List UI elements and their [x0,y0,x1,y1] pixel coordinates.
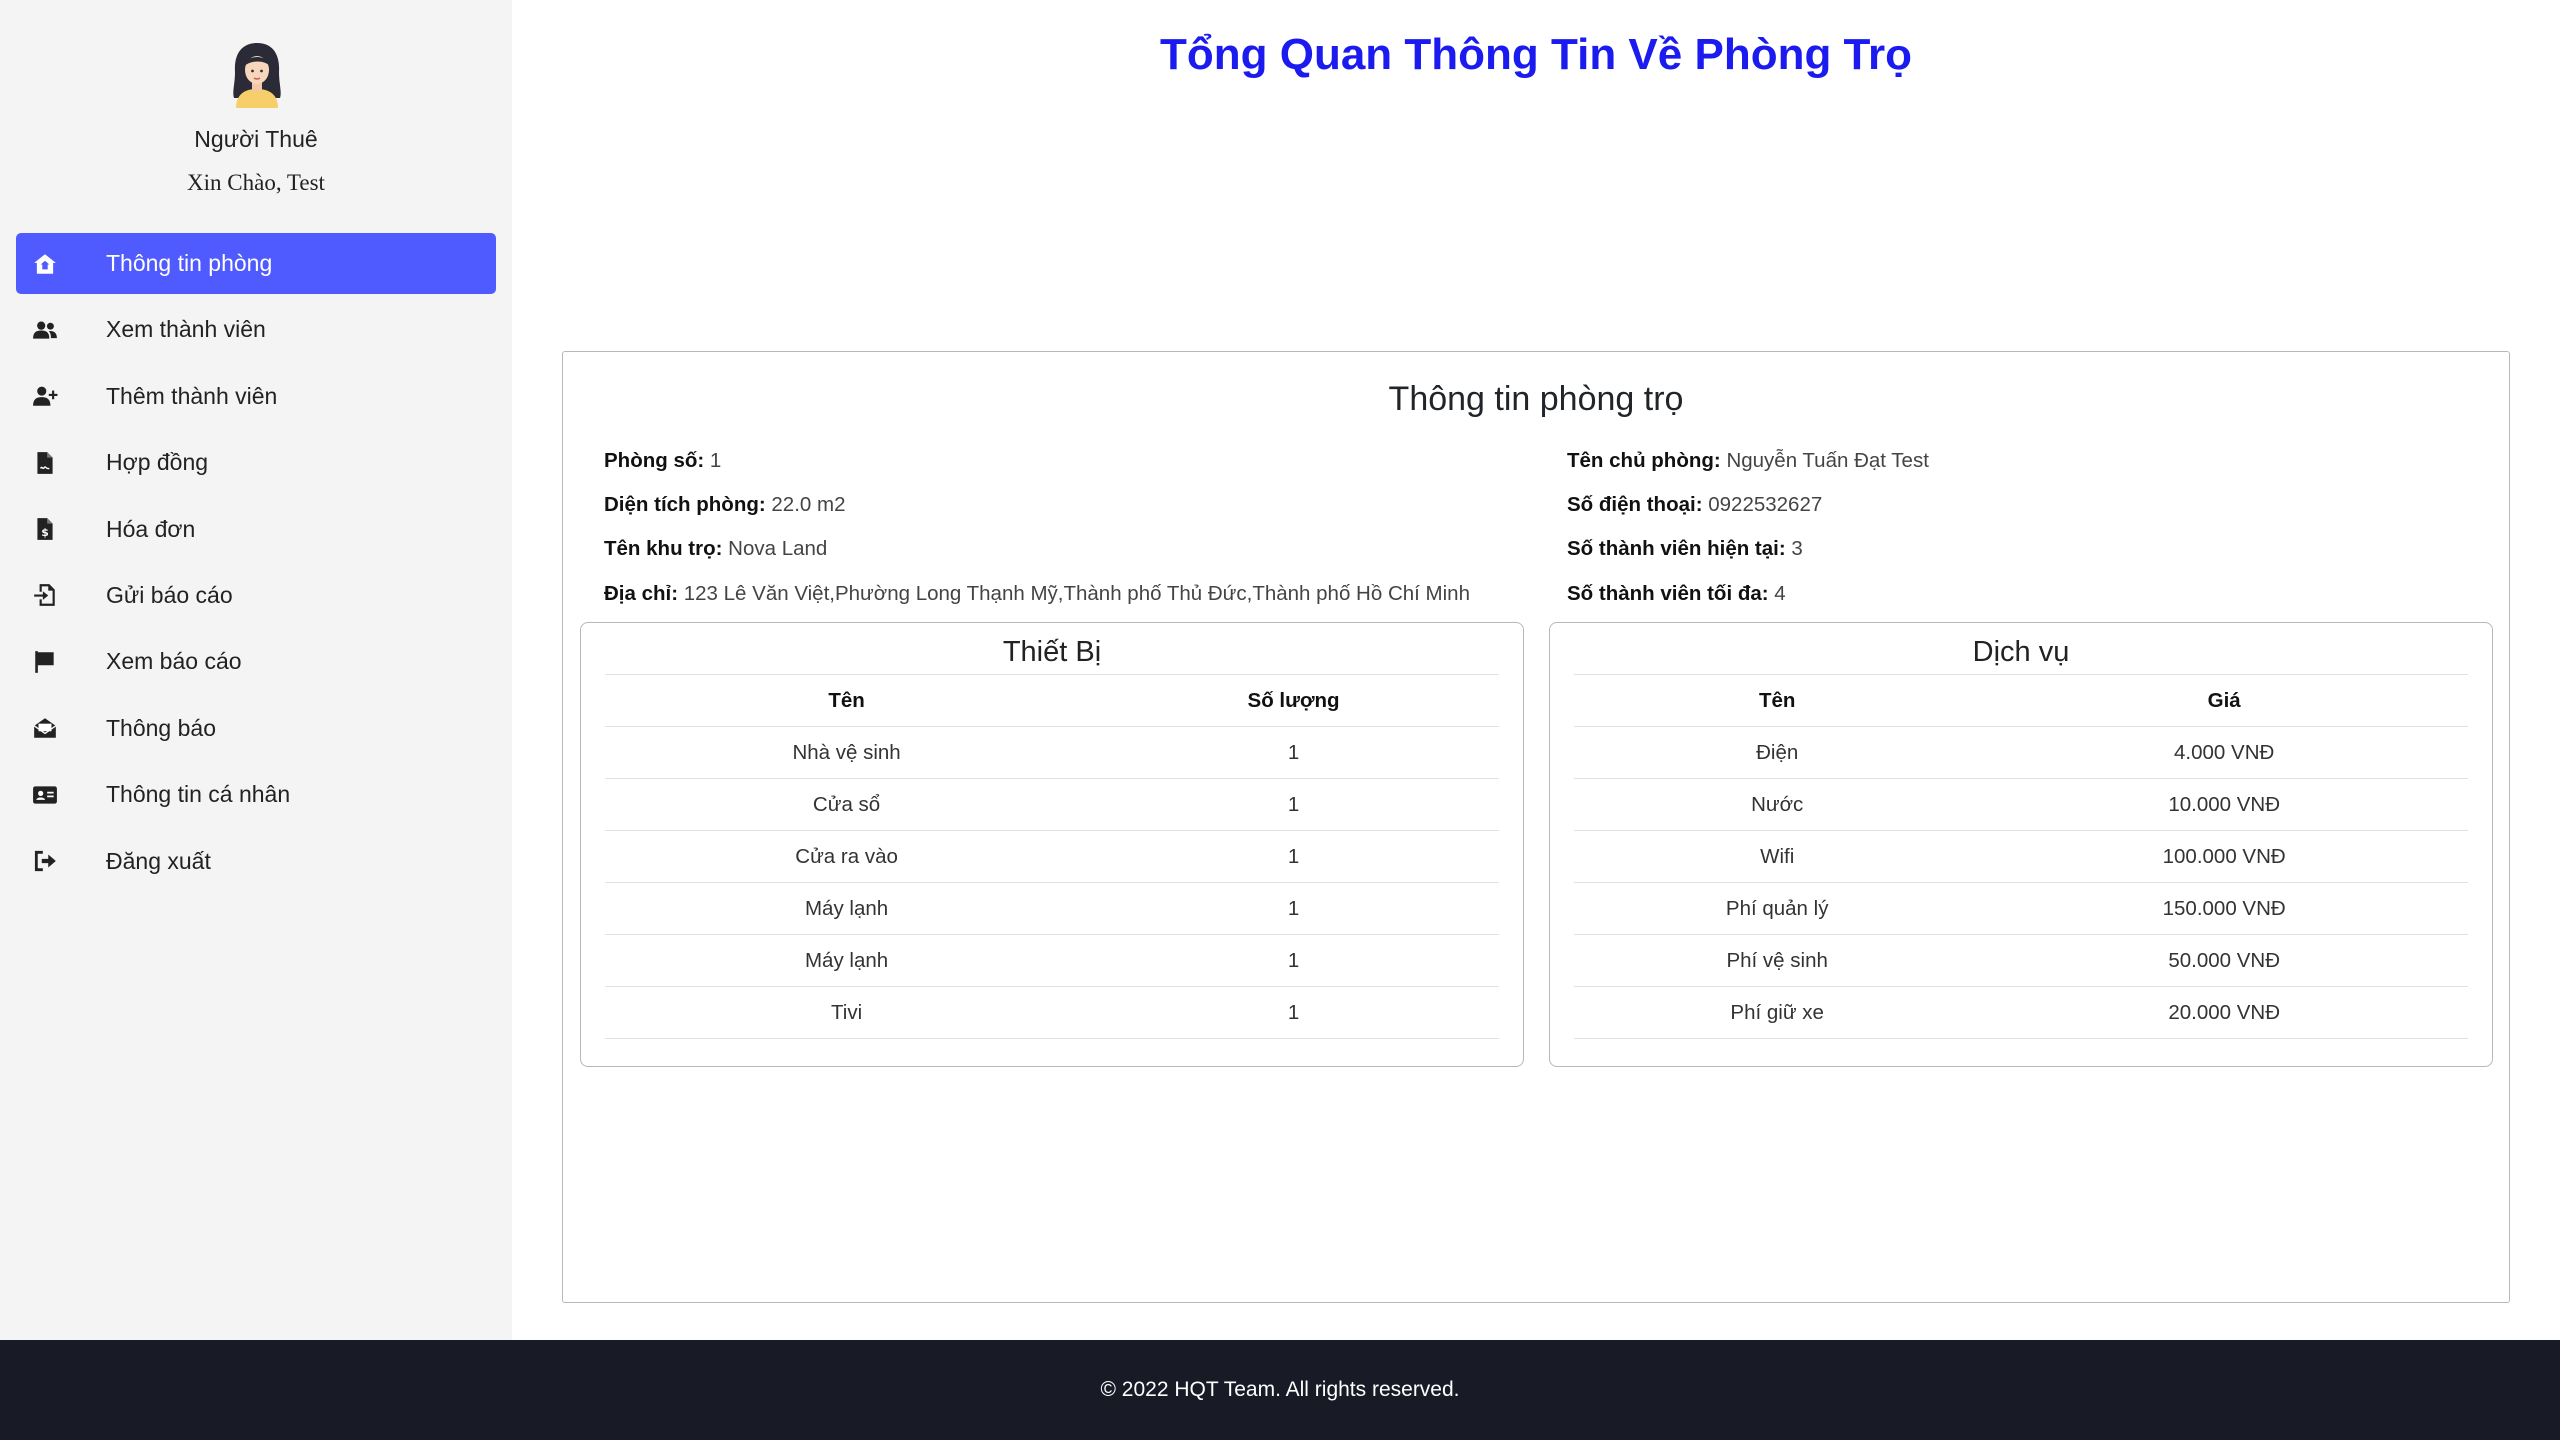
sign-out-icon [32,848,58,874]
file-contract-icon [32,450,58,476]
sidebar: Người Thuê Xin Chào, Test Thông tin phòn… [0,0,512,1340]
table-cell: 1 [1088,726,1499,779]
table-cell: 50.000 VNĐ [1980,934,2468,987]
address-row: Địa chỉ: 123 Lê Văn Việt,Phường Long Thạ… [604,582,1470,605]
sidebar-item-label: Đăng xuất [106,847,211,874]
sidebar-item-send-report[interactable]: Gửi báo cáo [16,565,496,626]
table-row: Nước 10.000 VNĐ [1574,778,2468,831]
table-cell: 1 [1088,778,1499,831]
room-number-row: Phòng số: 1 [604,449,722,472]
sidebar-item-label: Xem thành viên [106,316,266,343]
sidebar-item-label: Thêm thành viên [106,382,278,409]
sidebar-item-label: Thông tin cá nhân [106,781,291,808]
table-row: Cửa ra vào 1 [605,830,1499,883]
table-row: Wifi 100.000 VNĐ [1574,830,2468,883]
current-members-row: Số thành viên hiện tại: 3 [1567,537,1803,560]
sidebar-item-label: Hóa đơn [106,515,196,542]
sidebar-menu: Thông tin phòng Xem thành viên Thêm thàn… [16,233,496,897]
table-cell: Nước [1574,778,1981,831]
page-title: Tổng Quan Thông Tin Về Phòng Trọ [1160,30,1912,79]
sidebar-item-logout[interactable]: Đăng xuất [16,831,496,892]
table-cell: Nhà vệ sinh [605,726,1089,779]
table-row: Máy lạnh 1 [605,934,1499,987]
table-cell: 20.000 VNĐ [1980,986,2468,1039]
sidebar-item-room-info[interactable]: Thông tin phòng [16,233,496,294]
table-cell: Cửa ra vào [605,830,1089,883]
column-header: Tên [1574,674,1981,727]
column-header: Tên [605,674,1089,727]
table-row: Máy lạnh 1 [605,882,1499,935]
table-cell: 100.000 VNĐ [1980,830,2468,883]
phone-row: Số điện thoại: 0922532627 [1567,493,1823,516]
table-cell: 10.000 VNĐ [1980,778,2468,831]
table-cell: Phí vệ sinh [1574,934,1981,987]
table-cell: Tivi [605,986,1089,1039]
users-icon [32,317,58,343]
id-card-icon [32,782,58,808]
equipment-card: Thiết Bị Tên Số lượng Nhà vệ sinh 1 Cửa s… [580,622,1524,1067]
sidebar-item-notifications[interactable]: Thông báo [16,698,496,759]
max-members-row: Số thành viên tối đa: 4 [1567,582,1786,605]
room-area-row: Diện tích phòng: 22.0 m2 [604,493,846,516]
greeting-text: Xin Chào, Test [187,170,325,195]
services-table: Tên Giá Điện 4.000 VNĐ Nước 10.000 VNĐ Wif… [1574,674,2468,1039]
user-role: Người Thuê [194,126,318,152]
table-cell: Máy lạnh [605,934,1089,987]
sidebar-item-label: Hợp đồng [106,449,209,476]
user-plus-icon [32,383,58,409]
table-row: Phí quản lý 150.000 VNĐ [1574,882,2468,935]
table-cell: 1 [1088,830,1499,883]
sidebar-item-add-member[interactable]: Thêm thành viên [16,366,496,427]
sidebar-item-view-members[interactable]: Xem thành viên [16,299,496,360]
table-row: Điện 4.000 VNĐ [1574,726,2468,779]
sidebar-item-label: Xem báo cáo [106,648,242,675]
table-header-row: Tên Số lượng [605,674,1499,727]
equipment-table: Tên Số lượng Nhà vệ sinh 1 Cửa sổ 1 Cửa ra… [605,674,1499,1039]
avatar [226,40,288,108]
column-header: Số lượng [1088,674,1499,727]
table-row: Cửa sổ 1 [605,778,1499,831]
building-name-row: Tên khu trọ: Nova Land [604,537,828,560]
sidebar-item-label: Thông báo [106,714,216,741]
sidebar-item-label: Thông tin phòng [106,250,273,276]
footer: © 2022 HQT Team. All rights reserved. [0,1340,2560,1440]
table-header-row: Tên Giá [1574,674,2468,727]
room-info-card: Thông tin phòng trọ Phòng số: 1 Diện tíc… [562,351,2510,1303]
table-cell: Phí giữ xe [1574,986,1981,1039]
services-title: Dịch vụ [1972,636,2070,668]
owner-name-row: Tên chủ phòng: Nguyễn Tuấn Đạt Test [1567,449,1929,472]
sidebar-item-profile[interactable]: Thông tin cá nhân [16,764,496,825]
table-cell: 150.000 VNĐ [1980,882,2468,935]
equipment-title: Thiết Bị [1002,636,1102,668]
table-row: Phí giữ xe 20.000 VNĐ [1574,986,2468,1039]
svg-text:$: $ [41,526,49,539]
invoice-icon: $ [32,516,58,542]
flag-icon [32,649,58,675]
sidebar-item-contract[interactable]: Hợp đồng [16,432,496,493]
services-card: Dịch vụ Tên Giá Điện 4.000 VNĐ Nước 10.000… [1549,622,2493,1067]
table-cell: 1 [1088,986,1499,1039]
table-row: Tivi 1 [605,986,1499,1039]
room-info-title: Thông tin phòng trọ [1388,380,1684,418]
column-header: Giá [1980,674,2468,727]
table-cell: Điện [1574,726,1981,779]
sidebar-item-label: Gửi báo cáo [106,581,233,608]
table-cell: Cửa sổ [605,778,1089,831]
sidebar-item-view-report[interactable]: Xem báo cáo [16,631,496,692]
table-cell: Phí quản lý [1574,882,1981,935]
envelope-open-icon [32,715,58,741]
table-row: Nhà vệ sinh 1 [605,726,1499,779]
copyright-text: © 2022 HQT Team. All rights reserved. [1100,1378,1460,1401]
table-cell: 4.000 VNĐ [1980,726,2468,779]
home-icon [32,251,58,277]
table-cell: Máy lạnh [605,882,1089,935]
table-cell: Wifi [1574,830,1981,883]
table-cell: 1 [1088,882,1499,935]
table-cell: 1 [1088,934,1499,987]
table-row: Phí vệ sinh 50.000 VNĐ [1574,934,2468,987]
send-report-icon [32,582,58,608]
sidebar-item-invoice[interactable]: $ Hóa đơn [16,499,496,560]
